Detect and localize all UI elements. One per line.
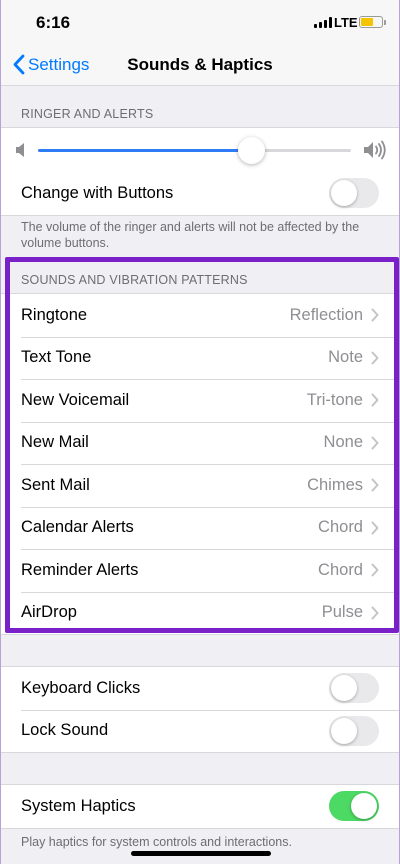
row-label: New Mail (21, 433, 89, 452)
battery-tip (384, 20, 386, 25)
haptics-footer: Play haptics for system controls and int… (21, 835, 292, 849)
ringer-volume-row (1, 128, 399, 172)
pattern-row[interactable]: Calendar Alerts Chord (1, 506, 399, 550)
chevron-right-icon (371, 351, 379, 365)
chevron-right-icon (371, 606, 379, 620)
section-header-ringer: RINGER AND ALERTS (21, 107, 154, 121)
change-with-buttons-row: Change with Buttons (1, 172, 399, 215)
patterns-group: Ringtone Reflection Text Tone Note New Voice… (1, 293, 399, 635)
row-label: New Voicemail (21, 390, 130, 409)
row-label: Keyboard Clicks (21, 678, 141, 697)
system-sounds-group: Keyboard Clicks Lock Sound (1, 666, 399, 753)
speaker-high-icon (364, 140, 386, 160)
row-label: AirDrop (21, 603, 77, 622)
row-label: Reminder Alerts (21, 560, 139, 579)
ringer-volume-slider[interactable] (38, 137, 351, 164)
row-label: System Haptics (21, 796, 136, 815)
pattern-row[interactable]: New Mail None (1, 421, 399, 465)
chevron-right-icon (371, 521, 379, 535)
row-label: Change with Buttons (21, 183, 174, 202)
pattern-row[interactable]: Reminder Alerts Chord (1, 549, 399, 592)
navigation-bar: Settings Sounds & Haptics (1, 46, 399, 86)
keyboard-clicks-toggle[interactable] (329, 673, 379, 704)
row-value: Tri-tone (306, 390, 363, 409)
pattern-row[interactable]: Text Tone Note (1, 336, 399, 380)
chevron-right-icon (371, 308, 379, 322)
chevron-right-icon (371, 478, 379, 492)
pattern-row[interactable]: Sent Mail Chimes (1, 464, 399, 507)
speaker-low-icon (16, 143, 24, 157)
slider-thumb[interactable] (237, 137, 265, 164)
system-haptics-row: System Haptics (1, 785, 399, 828)
row-label: Ringtone (21, 305, 88, 324)
lock-sound-row: Lock Sound (1, 709, 399, 753)
status-time: 6:16 (36, 13, 71, 32)
lock-sound-toggle[interactable] (329, 715, 379, 746)
change-with-buttons-toggle[interactable] (329, 178, 379, 209)
row-value: Chord (318, 560, 363, 579)
ringer-footer: The volume of the ringer and alerts will… (21, 220, 360, 250)
row-label: Lock Sound (21, 721, 109, 740)
network-type: LTE (334, 15, 358, 30)
row-value: Reflection (289, 305, 363, 324)
pattern-row[interactable]: New Voicemail Tri-tone (1, 379, 399, 422)
haptics-group: System Haptics (1, 784, 399, 829)
page-title: Sounds & Haptics (127, 55, 273, 74)
battery-icon (359, 16, 383, 28)
chevron-right-icon (371, 436, 379, 450)
home-indicator[interactable] (131, 851, 271, 856)
chevron-right-icon (371, 563, 379, 577)
section-header-patterns: SOUNDS AND VIBRATION PATTERNS (21, 273, 248, 287)
system-haptics-toggle[interactable] (329, 791, 379, 822)
ringer-group: Change with Buttons (1, 127, 399, 216)
keyboard-clicks-row: Keyboard Clicks (1, 667, 399, 710)
signal-icon (314, 17, 332, 28)
screen: 6:16 LTE Settings Sounds & Haptics RINGE… (0, 0, 400, 864)
row-value: Pulse (321, 603, 363, 622)
slider-fill (38, 149, 251, 152)
row-value: None (323, 433, 363, 452)
row-value: Chord (318, 518, 363, 537)
row-label: Text Tone (21, 348, 92, 367)
row-value: Note (328, 348, 363, 367)
chevron-right-icon (371, 393, 379, 407)
status-bar: 6:16 LTE (1, 0, 399, 46)
row-label: Sent Mail (21, 475, 90, 494)
row-value: Chimes (307, 475, 363, 494)
pattern-row[interactable]: AirDrop Pulse (1, 591, 399, 635)
row-label: Calendar Alerts (21, 518, 134, 537)
pattern-row[interactable]: Ringtone Reflection (1, 294, 399, 337)
